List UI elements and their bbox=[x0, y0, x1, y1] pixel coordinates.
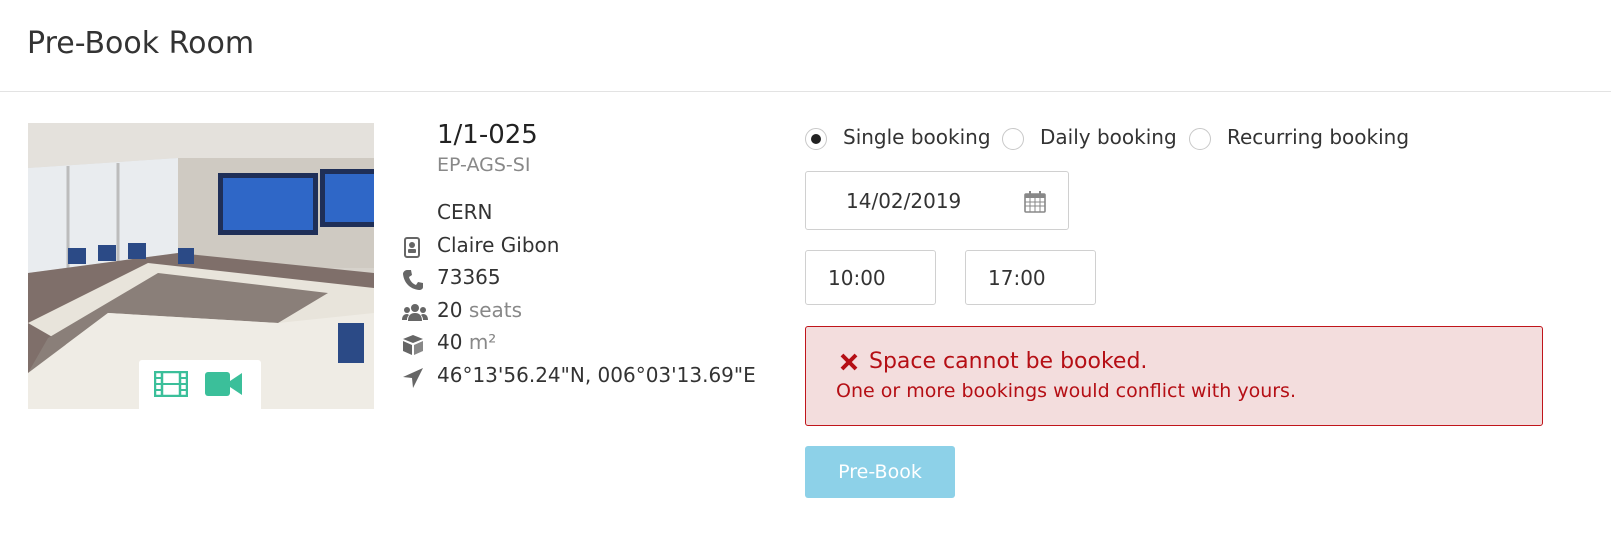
error-message: One or more bookings would conflict with… bbox=[836, 380, 1296, 402]
room-photo bbox=[28, 123, 374, 409]
room-capacity-value: 20 bbox=[437, 298, 463, 322]
room-surface: 40 m² bbox=[437, 330, 496, 354]
start-time-value: 10:00 bbox=[828, 266, 886, 290]
pre-book-button[interactable]: Pre-Book bbox=[805, 446, 955, 498]
booking-error-alert: Space cannot be booked. One or more book… bbox=[805, 326, 1543, 426]
contact-card-icon bbox=[402, 237, 428, 259]
room-owner-row: Claire Gibon bbox=[400, 233, 780, 261]
calendar-icon[interactable] bbox=[1024, 191, 1046, 217]
room-name: 1/1-025 bbox=[437, 120, 538, 150]
location-arrow-icon bbox=[402, 367, 428, 389]
error-title: Space cannot be booked. bbox=[869, 349, 1148, 374]
start-time-input[interactable]: 10:00 bbox=[805, 250, 936, 305]
room-owner: Claire Gibon bbox=[437, 233, 560, 257]
page-header: Pre-Book Room bbox=[0, 0, 1611, 92]
room-site: CERN bbox=[437, 200, 493, 224]
radio-recurring-booking-label[interactable]: Recurring booking bbox=[1227, 125, 1409, 149]
room-site-row: CERN bbox=[400, 200, 780, 228]
room-division: EP-AGS-SI bbox=[437, 154, 531, 176]
radio-daily-booking[interactable] bbox=[1002, 128, 1024, 150]
page-title: Pre-Book Room bbox=[27, 26, 255, 61]
room-phone-row: 73365 bbox=[400, 265, 780, 293]
phone-icon bbox=[402, 269, 428, 291]
room-capacity-unit: seats bbox=[468, 298, 523, 322]
end-time-value: 17:00 bbox=[988, 266, 1046, 290]
radio-recurring-booking[interactable] bbox=[1189, 128, 1211, 150]
room-capacity-row: 20 seats bbox=[400, 298, 780, 326]
room-surface-unit: m² bbox=[468, 330, 497, 354]
radio-daily-booking-label[interactable]: Daily booking bbox=[1040, 125, 1177, 149]
room-surface-value: 40 bbox=[437, 330, 463, 354]
room-surface-row: 40 m² bbox=[400, 330, 780, 358]
error-x-icon bbox=[840, 353, 858, 375]
equipment-badge bbox=[139, 360, 261, 409]
cube-icon bbox=[402, 334, 428, 356]
date-input[interactable]: 14/02/2019 bbox=[805, 171, 1069, 230]
end-time-input[interactable]: 17:00 bbox=[965, 250, 1096, 305]
radio-single-booking[interactable] bbox=[805, 128, 827, 150]
users-icon bbox=[402, 302, 428, 324]
room-location-row: 46°13'56.24"N, 006°03'13.69"E bbox=[400, 363, 780, 391]
room-coordinates: 46°13'56.24"N, 006°03'13.69"E bbox=[437, 363, 756, 387]
date-value: 14/02/2019 bbox=[846, 189, 962, 213]
radio-single-booking-label[interactable]: Single booking bbox=[843, 125, 991, 149]
room-capacity: 20 seats bbox=[437, 298, 522, 322]
room-phone: 73365 bbox=[437, 265, 501, 289]
